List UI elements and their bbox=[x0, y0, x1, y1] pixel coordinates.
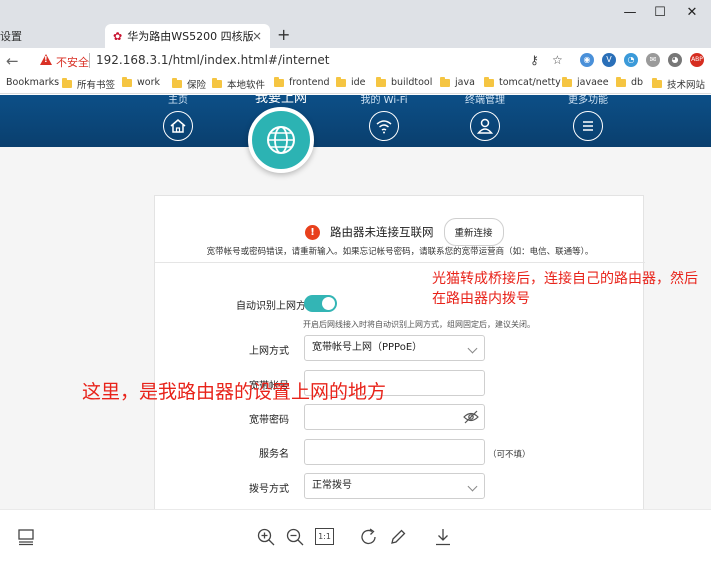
bookmarks-label[interactable]: Bookmarks bbox=[6, 77, 59, 88]
back-icon[interactable]: ← bbox=[6, 52, 19, 70]
folder-icon bbox=[172, 78, 182, 88]
security-indicator[interactable]: 不安全 bbox=[56, 54, 89, 70]
bookmark-folder[interactable]: db bbox=[616, 76, 643, 88]
auto-detect-toggle[interactable] bbox=[304, 295, 337, 312]
url-input[interactable]: 192.168.3.1/html/index.html#/internet bbox=[96, 53, 329, 67]
auto-detect-hint: 开启后网线接入时将自动识别上网方式，组网固定后，建议关闭。 bbox=[303, 320, 535, 329]
mode-select[interactable]: 宽带帐号上网（PPPoE） bbox=[304, 335, 485, 361]
password-label: 宽带密码 bbox=[249, 415, 289, 426]
bookmark-folder[interactable]: frontend bbox=[274, 76, 330, 88]
nav-internet[interactable] bbox=[248, 107, 314, 173]
password-input[interactable] bbox=[304, 404, 485, 430]
key-icon[interactable]: ⚷ bbox=[530, 53, 539, 67]
optional-note: （可不填） bbox=[488, 450, 531, 460]
extension-icon-2[interactable]: V bbox=[602, 53, 616, 67]
extension-icon-4[interactable]: ✉ bbox=[646, 53, 660, 67]
folder-icon bbox=[336, 76, 346, 87]
folder-icon bbox=[122, 76, 132, 87]
rotate-icon[interactable] bbox=[359, 527, 379, 547]
wifi-icon bbox=[369, 111, 399, 141]
folder-icon bbox=[652, 78, 662, 88]
eye-icon[interactable] bbox=[463, 410, 479, 434]
dial-label: 拨号方式 bbox=[249, 484, 289, 495]
status-hint: 宽带帐号或密码错误，请重新输入。如果忘记帐号密码，请联系您的宽带运营商（如：电信… bbox=[206, 247, 594, 257]
close-window-button[interactable]: ✕ bbox=[678, 4, 706, 22]
service-input[interactable] bbox=[304, 439, 485, 465]
nav-my-wifi[interactable]: 我的 Wi-Fi bbox=[339, 95, 429, 141]
bookmark-folder[interactable]: 保险 bbox=[172, 77, 206, 91]
abp-icon[interactable]: ABP bbox=[690, 53, 704, 67]
folder-icon bbox=[274, 76, 284, 87]
new-tab-button[interactable]: + bbox=[277, 25, 290, 44]
nav-devices[interactable]: 终端管理 bbox=[440, 95, 530, 141]
nav-more[interactable]: 更多功能 bbox=[543, 95, 633, 141]
tab-close-icon[interactable]: × bbox=[252, 29, 262, 43]
tab-label: 设置 bbox=[0, 30, 22, 43]
maximize-button[interactable]: ☐ bbox=[646, 4, 674, 22]
folder-icon bbox=[62, 78, 72, 88]
edit-icon[interactable] bbox=[388, 527, 408, 547]
tab-router[interactable]: ✿ 华为路由WS5200 四核版 × bbox=[105, 24, 270, 48]
chevron-down-icon bbox=[467, 481, 478, 492]
menu-icon bbox=[573, 111, 603, 141]
url-separator bbox=[89, 53, 90, 68]
bookmark-folder[interactable]: java bbox=[440, 76, 475, 88]
folder-icon bbox=[562, 76, 572, 87]
bookmark-folder[interactable]: 所有书签 bbox=[62, 77, 115, 91]
router-nav-header: 主页 我的 Wi-Fi 终端管理 更多功能 我要上网 bbox=[0, 95, 711, 147]
folder-icon bbox=[616, 76, 626, 87]
bookmark-folder[interactable]: 技术网站 bbox=[652, 77, 705, 91]
chevron-down-icon bbox=[467, 343, 478, 354]
folder-icon bbox=[440, 76, 450, 87]
tab-settings[interactable]: 设置 bbox=[0, 24, 100, 48]
bookmark-folder[interactable]: tomcat/netty bbox=[484, 76, 561, 88]
reconnect-button[interactable]: 重新连接 bbox=[443, 218, 504, 246]
bookmarks-bar: Bookmarks 所有书签 work 保险 本地软件 frontend ide… bbox=[0, 74, 711, 94]
extension-icon-5[interactable]: ◕ bbox=[668, 53, 682, 67]
zoom-in-icon[interactable] bbox=[256, 527, 276, 547]
bookmark-folder[interactable]: javaee bbox=[562, 76, 609, 88]
minimize-button[interactable]: — bbox=[616, 4, 644, 22]
tab-label: 华为路由WS5200 四核版 bbox=[127, 30, 254, 43]
connection-status: ! 路由器未连接互联网 重新连接 bbox=[305, 218, 504, 246]
huawei-icon: ✿ bbox=[113, 29, 123, 43]
bookmark-folder[interactable]: work bbox=[122, 76, 160, 88]
dial-select[interactable]: 正常拨号 bbox=[304, 473, 485, 499]
folder-icon bbox=[212, 78, 222, 88]
home-icon bbox=[163, 111, 193, 141]
actual-size-icon[interactable]: 1:1 bbox=[315, 528, 334, 545]
viewer-toolbar: 1:1 bbox=[0, 509, 711, 569]
annotation-bridge-note: 光猫转成桥接后，连接自己的路由器，然后 在路由器内拨号 bbox=[432, 271, 698, 307]
page-viewport: 主页 我的 Wi-Fi 终端管理 更多功能 我要上网 ! 路由器未连接互联网 重… bbox=[0, 95, 711, 509]
mode-label: 上网方式 bbox=[249, 346, 289, 357]
service-label: 服务名 bbox=[259, 449, 289, 460]
extension-icon-1[interactable]: ◉ bbox=[580, 53, 594, 67]
folder-icon bbox=[376, 76, 386, 87]
annotation-settings-note: 这里，是我路由器的设置上网的地方 bbox=[82, 381, 387, 403]
user-icon bbox=[470, 111, 500, 141]
nav-home[interactable]: 主页 bbox=[133, 95, 223, 141]
bookmark-folder[interactable]: buildtool bbox=[376, 76, 432, 88]
browser-titlebar: 设置 ✿ 华为路由WS5200 四核版 × + — ☐ ✕ bbox=[0, 0, 711, 48]
star-icon[interactable]: ☆ bbox=[552, 53, 563, 67]
error-icon: ! bbox=[305, 224, 320, 240]
nav-internet-label: 我要上网 bbox=[254, 95, 307, 106]
bookmark-folder[interactable]: 本地软件 bbox=[212, 77, 265, 91]
warning-icon bbox=[40, 54, 52, 65]
address-bar: ← 不安全 192.168.3.1/html/index.html#/inter… bbox=[0, 48, 711, 74]
divider bbox=[155, 262, 645, 263]
extension-icon-3[interactable]: ◔ bbox=[624, 53, 638, 67]
internet-settings-panel: ! 路由器未连接互联网 重新连接 宽带帐号或密码错误，请重新输入。如果忘记帐号密… bbox=[154, 195, 645, 509]
bookmark-folder[interactable]: ide bbox=[336, 76, 366, 88]
zoom-out-icon[interactable] bbox=[285, 527, 305, 547]
download-icon[interactable] bbox=[433, 527, 453, 547]
thumbnail-icon[interactable] bbox=[16, 527, 36, 547]
status-message: 路由器未连接互联网 bbox=[330, 225, 434, 239]
folder-icon bbox=[484, 76, 494, 87]
